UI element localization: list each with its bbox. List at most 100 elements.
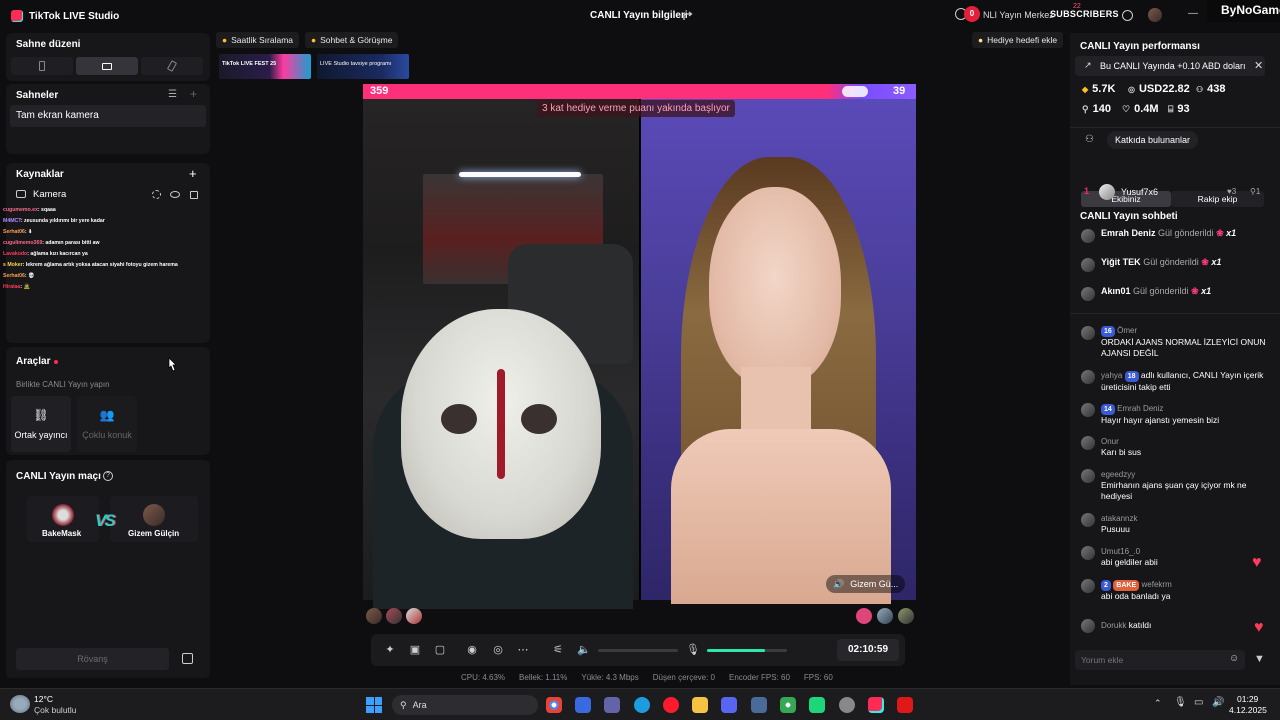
effects-icon[interactable]: ▣ (408, 643, 422, 657)
gift-message: Emrah Deniz Gül gönderildi ❀ x1 (1101, 228, 1237, 238)
chat-avatar[interactable] (1081, 469, 1095, 483)
emoji-icon[interactable]: ☺ (1229, 653, 1239, 664)
supporter-avatar[interactable] (877, 608, 893, 624)
scene-item-fullscreen-camera[interactable]: Tam ekran kamera (10, 105, 206, 127)
windows-start-icon[interactable] (366, 697, 382, 713)
mail-icon[interactable] (751, 697, 767, 713)
add-gift-goal-button[interactable]: ● Hediye hedefi ekle (972, 32, 1064, 48)
mic-level-slider[interactable] (707, 649, 787, 652)
chat-avatar[interactable] (1081, 619, 1095, 633)
chat-avatar[interactable] (1081, 436, 1095, 450)
more-icon[interactable]: ⋯ (516, 643, 530, 657)
add-scene-icon[interactable]: + (190, 87, 197, 101)
trophy-icon: ● (222, 35, 228, 45)
chat-avatar[interactable] (1081, 326, 1095, 340)
chat-avatar[interactable] (1081, 513, 1095, 527)
taskbar-search[interactable]: ⚲ Ara (392, 695, 538, 715)
screenshot-icon[interactable]: ◎ (491, 643, 505, 657)
teams-icon[interactable] (604, 697, 620, 713)
chat-message: atakannzk Pusuuu (1101, 514, 1138, 534)
chrome-2-icon[interactable] (780, 697, 796, 713)
rank-username[interactable]: Yusuf7x6 (1121, 187, 1158, 197)
tray-display-icon[interactable]: ▭ (1194, 697, 1203, 708)
filter-icon[interactable]: ▼ (1254, 653, 1265, 665)
layout-portrait-button[interactable] (11, 57, 73, 75)
close-icon[interactable]: ✕ (1254, 59, 1263, 72)
chat-avatar[interactable] (1081, 287, 1095, 301)
volume-icon[interactable]: 🔈 (577, 643, 591, 657)
help-icon[interactable]: ? (103, 471, 113, 481)
refresh-icon[interactable] (152, 190, 161, 199)
weather-desc[interactable]: Çok bulutlu (34, 705, 77, 715)
list-icon[interactable]: ☰ (168, 89, 177, 100)
chat-avatar[interactable] (1081, 370, 1095, 384)
discord-icon[interactable] (721, 697, 737, 713)
chrome-icon[interactable] (546, 697, 562, 713)
live-info-title[interactable]: CANLI Yayın bilgileri (590, 10, 688, 21)
app-icon[interactable] (839, 697, 855, 713)
layout-landscape-button[interactable] (76, 57, 138, 75)
layout-rotate-button[interactable] (141, 57, 203, 75)
live-fest-banner[interactable]: TikTok LIVE FEST 25 (219, 54, 311, 79)
minimize-icon[interactable]: — (1188, 8, 1198, 19)
share-icon[interactable] (682, 10, 694, 22)
live-center-label[interactable]: NLI Yayın Merkez (983, 10, 1054, 20)
magic-wand-icon[interactable]: ✦ (383, 643, 397, 657)
notification-badge[interactable]: 0 (964, 6, 980, 22)
tray-mic-icon[interactable]: 🎙 (1174, 697, 1187, 708)
chat-and-meet-chip[interactable]: ● Sohbet & Görüşme (305, 32, 399, 48)
chat-message: Dorukk katıldı (1101, 620, 1152, 630)
opera-icon[interactable] (663, 697, 679, 713)
opponent-name-tag[interactable]: 🔊 Gizem Gü... (826, 575, 906, 593)
settings-icon[interactable] (1122, 10, 1133, 21)
weather-temp[interactable]: 12°C (34, 694, 53, 704)
chat-avatar[interactable] (1081, 403, 1095, 417)
camera-icon (16, 190, 26, 198)
app-icon[interactable] (809, 697, 825, 713)
microphone-icon[interactable]: 🎙 (686, 643, 700, 657)
file-explorer-icon[interactable] (692, 697, 708, 713)
supporter-avatar[interactable] (406, 608, 422, 624)
adjust-icon[interactable]: ⚟ (551, 643, 565, 657)
exit-match-icon[interactable] (182, 653, 193, 664)
comment-input[interactable] (1075, 650, 1225, 670)
sticker-icon[interactable]: ▢ (433, 643, 447, 657)
supporter-avatar[interactable] (898, 608, 914, 624)
edge-icon[interactable] (634, 697, 650, 713)
performance-title: CANLI Yayın performansı (1080, 41, 1200, 52)
volume-slider[interactable] (598, 649, 678, 652)
tray-chevron-icon[interactable]: ⌃ (1154, 698, 1162, 709)
rematch-button[interactable]: Rövanş (16, 648, 169, 670)
rank-avatar[interactable] (1099, 184, 1115, 200)
multi-guest-button[interactable]: 👥 Çoklu konuk (77, 396, 137, 452)
clock-date[interactable]: 4.12.2025 (1229, 705, 1267, 715)
chat-avatar[interactable] (1081, 579, 1095, 593)
opponent-video (641, 99, 916, 604)
divider (1070, 127, 1280, 128)
record-icon[interactable]: ◉ (465, 643, 479, 657)
youtube-icon[interactable] (897, 697, 913, 713)
source-item-camera[interactable]: Kamera (33, 189, 66, 200)
supporter-avatar[interactable] (366, 608, 382, 624)
contributors-button[interactable]: Katkıda bulunanlar (1107, 131, 1199, 149)
chat-avatar[interactable] (1081, 229, 1095, 243)
tiktok-logo-icon (11, 10, 23, 22)
clock-time[interactable]: 01:29 (1237, 694, 1258, 704)
tiktok-studio-icon[interactable] (868, 697, 884, 713)
hourly-ranking-chip[interactable]: ● Saatlik Sıralama (216, 32, 300, 48)
chat-avatar[interactable] (1081, 546, 1095, 560)
supporter-avatar[interactable] (386, 608, 402, 624)
cohost-button[interactable]: ⛓ Ortak yayıncı (11, 396, 71, 452)
user-avatar[interactable] (1148, 8, 1162, 22)
supporter-avatar[interactable] (856, 608, 872, 624)
store-icon[interactable] (575, 697, 591, 713)
eye-icon[interactable] (170, 191, 180, 198)
live-studio-program-banner[interactable]: LIVE Studio tavsiye programı (317, 54, 409, 79)
performance-stats: CPU: 4.63% Bellek: 1.11% Yükle: 4.3 Mbps… (461, 673, 833, 682)
add-source-icon[interactable]: + (189, 166, 197, 181)
weather-icon[interactable] (10, 695, 30, 713)
lock-icon[interactable] (190, 191, 198, 199)
people-icon: ⚇ (1196, 84, 1204, 94)
chat-avatar[interactable] (1081, 258, 1095, 272)
tray-volume-icon[interactable]: 🔊 (1212, 697, 1224, 708)
